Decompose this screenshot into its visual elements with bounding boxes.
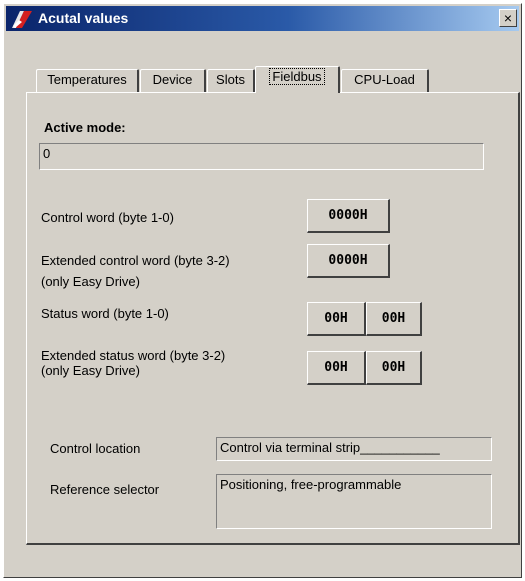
tab-label: Temperatures (47, 72, 127, 87)
active-mode-value: 0 (43, 146, 51, 161)
actual-values-window: Acutal values × Temperatures Device Slot… (3, 3, 522, 578)
ext-control-word-note: (only Easy Drive) (41, 274, 140, 289)
control-word-button[interactable]: 0000H (307, 199, 390, 233)
fieldbus-panel: Active mode: 0 Control word (byte 1-0) 0… (26, 92, 520, 545)
ext-status-word-low-value: 00H (381, 360, 406, 375)
tab-temperatures[interactable]: Temperatures (36, 69, 139, 92)
ext-status-word-note: (only Easy Drive) (41, 363, 140, 378)
ext-status-word-high-button[interactable]: 00H (307, 351, 366, 385)
close-button[interactable]: × (499, 9, 517, 27)
tab-fieldbus[interactable]: Fieldbus (255, 66, 340, 93)
tab-label: Slots (216, 72, 245, 87)
tab-cpu-load[interactable]: CPU-Load (341, 69, 429, 92)
title-bar[interactable]: Acutal values × (6, 6, 519, 31)
active-mode-field: 0 (39, 143, 484, 170)
app-logo-icon (12, 11, 32, 28)
control-word-label: Control word (byte 1-0) (41, 210, 174, 225)
control-location-value: Control via terminal strip___________ (220, 440, 440, 455)
tab-slots[interactable]: Slots (207, 69, 255, 92)
control-word-value: 0000H (328, 208, 368, 223)
reference-selector-field: Positioning, free-programmable (216, 474, 492, 529)
status-word-high-value: 00H (324, 311, 348, 326)
active-mode-label: Active mode: (44, 120, 126, 135)
reference-selector-value: Positioning, free-programmable (220, 477, 402, 492)
ext-control-word-button[interactable]: 0000H (307, 244, 390, 278)
control-location-field: Control via terminal strip___________ (216, 437, 492, 461)
tab-label: Device (152, 72, 193, 87)
tab-label: Fieldbus (269, 68, 325, 85)
window-title: Acutal values (38, 10, 129, 26)
control-location-label: Control location (50, 441, 141, 456)
ext-control-word-label: Extended control word (byte 3-2) (41, 253, 230, 268)
tab-device[interactable]: Device (140, 69, 206, 92)
ext-control-word-value: 0000H (328, 253, 368, 268)
ext-status-word-label: Extended status word (byte 3-2) (41, 348, 226, 363)
status-word-low-value: 00H (381, 311, 406, 326)
reference-selector-label: Reference selector (50, 482, 160, 497)
status-word-high-button[interactable]: 00H (307, 302, 366, 336)
close-icon: × (503, 10, 513, 26)
ext-status-word-low-button[interactable]: 00H (366, 351, 422, 385)
ext-status-word-high-value: 00H (324, 360, 348, 375)
tab-label: CPU-Load (354, 72, 415, 87)
status-word-label: Status word (byte 1-0) (41, 306, 169, 321)
status-word-low-button[interactable]: 00H (366, 302, 422, 336)
